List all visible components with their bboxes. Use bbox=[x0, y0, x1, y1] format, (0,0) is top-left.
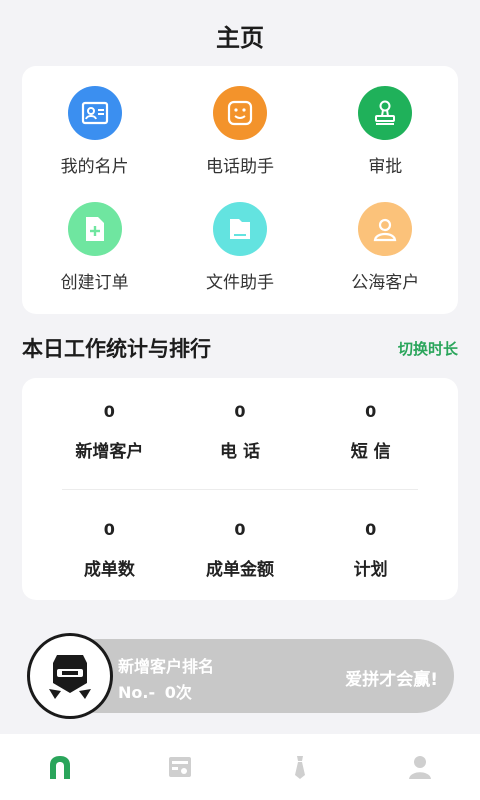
quick-action-label: 文件助手 bbox=[205, 273, 274, 293]
ranking-title: 新增客户排名 bbox=[118, 657, 215, 676]
quick-action-my-card[interactable]: 我的名片 bbox=[22, 86, 167, 202]
stat-calls[interactable]: 0 电 话 bbox=[175, 402, 306, 462]
tab-home[interactable] bbox=[0, 734, 120, 800]
quick-action-phone-assistant[interactable]: 电话助手 bbox=[167, 86, 312, 202]
tab-tie[interactable] bbox=[240, 734, 360, 800]
stat-label: 计划 bbox=[353, 560, 388, 580]
stat-value: 0 bbox=[103, 402, 115, 421]
quick-action-public-customers[interactable]: 公海客户 bbox=[313, 202, 458, 318]
stats-section-header: 本日工作统计与排行 切换时长 bbox=[22, 333, 458, 363]
quick-actions-card: 我的名片 电话助手 审批 创建订单 文件助手 公海客户 bbox=[22, 66, 458, 314]
quick-action-label: 电话助手 bbox=[205, 157, 274, 177]
quick-action-approval[interactable]: 审批 bbox=[313, 86, 458, 202]
quick-action-label: 公海客户 bbox=[351, 273, 420, 293]
stat-value: 0 bbox=[234, 402, 246, 421]
file-assistant-icon bbox=[212, 202, 267, 256]
stat-value: 0 bbox=[365, 520, 377, 539]
quick-action-label: 我的名片 bbox=[60, 157, 129, 177]
stat-label: 新增客户 bbox=[75, 442, 144, 462]
stat-value: 0 bbox=[234, 520, 246, 539]
stats-card: 0 新增客户 0 电 话 0 短 信 0 成单数 0 成单金额 0 计划 bbox=[22, 378, 458, 600]
ranking-subline: No.- 0次 bbox=[118, 679, 196, 703]
dashboard-icon bbox=[169, 757, 191, 777]
tab-profile[interactable] bbox=[360, 734, 480, 800]
public-customer-icon bbox=[358, 202, 413, 256]
quick-action-label: 审批 bbox=[368, 157, 403, 177]
stat-label: 成单数 bbox=[83, 560, 135, 580]
approval-stamp-icon bbox=[358, 86, 413, 140]
tab-dashboard[interactable] bbox=[120, 734, 240, 800]
stat-value: 0 bbox=[365, 402, 377, 421]
tie-icon bbox=[295, 756, 305, 779]
ranking-count: 0次 bbox=[164, 683, 192, 702]
create-order-icon bbox=[67, 202, 122, 256]
stat-sms[interactable]: 0 短 信 bbox=[305, 402, 436, 462]
stat-deals[interactable]: 0 成单数 bbox=[44, 520, 175, 580]
home-icon bbox=[50, 756, 70, 779]
stat-label: 成单金额 bbox=[205, 560, 274, 580]
stat-plan[interactable]: 0 计划 bbox=[305, 520, 436, 580]
stats-divider bbox=[62, 489, 418, 490]
quick-action-create-order[interactable]: 创建订单 bbox=[22, 202, 167, 318]
phone-assistant-icon bbox=[212, 86, 267, 140]
stat-label: 短 信 bbox=[350, 442, 391, 462]
bottom-tab-bar bbox=[0, 734, 480, 800]
ninja-badge-icon bbox=[27, 633, 113, 719]
switch-duration-link[interactable]: 切换时长 bbox=[398, 338, 458, 359]
stat-new-customers[interactable]: 0 新增客户 bbox=[44, 402, 175, 462]
quick-action-file-assistant[interactable]: 文件助手 bbox=[167, 202, 312, 318]
page-title: 主页 bbox=[216, 24, 264, 52]
quick-action-label: 创建订单 bbox=[60, 273, 129, 293]
person-icon bbox=[409, 756, 431, 779]
stat-deal-amount[interactable]: 0 成单金额 bbox=[175, 520, 306, 580]
stat-label: 电 话 bbox=[220, 442, 260, 462]
business-card-icon bbox=[67, 86, 122, 140]
stats-section-title: 本日工作统计与排行 bbox=[22, 337, 211, 361]
ranking-banner[interactable]: 新增客户排名 No.- 0次 爱拼才会赢! bbox=[60, 639, 454, 713]
ranking-slogan: 爱拼才会赢! bbox=[345, 670, 438, 690]
stat-value: 0 bbox=[103, 520, 115, 539]
ranking-position: No.- bbox=[118, 683, 156, 702]
